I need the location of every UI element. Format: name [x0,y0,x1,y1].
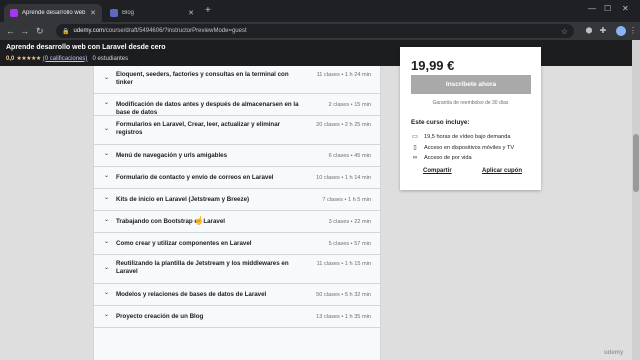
section-meta: 5 clases • 57 min [328,241,371,247]
page-content: Aprende desarrollo web con Laravel desde… [0,40,640,360]
section-title: Formularios en Laravel, Crear, leer, act… [116,121,281,137]
curriculum-section[interactable]: ⌄ Formulario de contacto y envío de corre… [94,167,380,189]
chevron-down-icon[interactable]: ⌄ [104,125,109,132]
browser-tab-course[interactable]: Aprende desarrollo web con Larav… ✕ [4,4,102,22]
rating-stars-icon: ★★★★★ [16,56,41,62]
course-rating: 0,0 ★★★★★ (0 calificaciones) 0 estudiant… [6,55,129,63]
new-tab-icon[interactable]: + [205,6,211,16]
puzzle-icon[interactable]: ✚ [598,26,608,36]
section-meta: 20 clases • 2 h 25 min [316,122,371,128]
ratings-link[interactable]: (0 calificaciones) [43,56,88,62]
section-title: Proyecto creación de un Blog [116,313,204,320]
student-count: 0 estudiantes [92,55,129,62]
chevron-down-icon[interactable]: ⌄ [104,74,109,81]
include-text: 19,5 horas de vídeo bajo demanda [424,133,511,140]
browser-tab-blog[interactable]: Blog ✕ [104,4,200,22]
section-meta: 50 clases • 5 h 32 min [316,292,371,298]
section-meta: 11 clases • 1 h 15 min [316,261,371,267]
forward-icon[interactable]: → [20,25,29,37]
include-text: Acceso de por vida [424,155,472,161]
menu-icon[interactable]: ⋮ [628,26,638,36]
chevron-down-icon[interactable]: ⌄ [104,289,109,296]
chevron-down-icon[interactable]: ⌄ [104,264,109,271]
tab-title: Blog [122,10,135,16]
browser-toolbar: ← → ↻ 🔒 udemy.com /course/draft/5494606/… [0,22,640,40]
profile-avatar[interactable] [616,26,626,36]
include-item: ∞ Acceso de por vida [411,155,472,161]
curriculum-section[interactable]: ⌄ Modificación de datos antes y después d… [94,94,380,116]
section-meta: 11 clases • 1 h 24 min [316,72,371,78]
curriculum-section[interactable]: ⌄ Como crear y utilizar componentes en La… [94,233,380,255]
chevron-down-icon[interactable]: ⌄ [104,238,109,245]
course-header: Aprende desarrollo web con Laravel desde… [0,40,640,66]
section-meta: 6 clases • 45 min [328,153,371,159]
section-title: Reutilizando la plantilla de Jetstream y… [116,260,289,276]
section-meta: 7 clases • 1 h 5 min [322,197,371,203]
section-title: Trabajando con Bootstrap en Laravel [116,218,225,225]
include-item: ▭ 19,5 horas de vídeo bajo demanda [411,133,511,141]
lock-icon: 🔒 [62,28,70,35]
infinity-icon: ∞ [412,155,418,161]
minimize-icon[interactable]: — [588,4,596,13]
section-meta: 10 clases • 1 h 14 min [316,175,371,181]
reload-icon[interactable]: ↻ [36,25,44,37]
close-tab-icon[interactable]: ✕ [188,9,194,17]
course-title: Aprende desarrollo web con Laravel desde… [6,44,166,51]
url-path: /course/draft/5494606/?instructorPreview… [104,28,247,34]
rating-score: 0,0 [6,55,15,62]
udemy-favicon-icon [10,9,18,17]
section-title: Modelos y relaciones de bases de datos d… [116,291,267,298]
section-title: Como crear y utilizar componentes en Lar… [116,240,252,247]
curriculum-section[interactable]: ⌄ Reutilizando la plantilla de Jetstream … [94,255,380,284]
udemy-watermark: udemy [604,350,624,356]
section-meta: 2 clases • 15 min [328,102,371,108]
curriculum-section[interactable]: ⌄ Modelos y relaciones de bases de datos … [94,284,380,306]
includes-title: Este curso incluye: [411,119,470,126]
chevron-down-icon[interactable]: ⌄ [104,99,109,106]
close-tab-icon[interactable]: ✕ [90,9,96,17]
curriculum-section[interactable]: ⌄ Eloquent, seeders, factories y consulta… [94,66,380,94]
mobile-tv-icon: ▯ [413,145,417,151]
chevron-down-icon[interactable]: ⌄ [104,194,109,201]
url-host: udemy.com [73,28,105,34]
section-title: Formulario de contacto y envío de correo… [116,174,274,181]
browser-tab-bar: Aprende desarrollo web con Larav… ✕ Blog… [0,0,640,22]
enroll-button[interactable]: Inscríbete ahora [411,75,531,94]
extension-icon[interactable]: ⬢ [584,26,594,36]
scrollbar-track[interactable] [632,40,640,360]
include-item: ▯ Acceso en dispositivos móviles y TV [411,144,515,152]
section-title: Kits de inicio en Laravel (Jetstream y B… [116,196,250,203]
scrollbar-thumb[interactable] [633,134,639,192]
bookmark-star-icon[interactable]: ☆ [561,27,568,36]
chevron-down-icon[interactable]: ⌄ [104,172,109,179]
apply-coupon-link[interactable]: Aplicar cupón [482,168,522,174]
mouse-pointer-icon: ☝ [194,216,204,225]
curriculum-list: ⌄ Eloquent, seeders, factories y consulta… [93,66,381,360]
close-window-icon[interactable]: ✕ [622,4,629,13]
curriculum-section[interactable]: ⌄ Menú de navegación y urls amigables 6 cl… [94,145,380,167]
section-meta: 13 clases • 1 h 35 min [316,314,371,320]
section-meta: 3 clases • 22 min [328,219,371,225]
share-link[interactable]: Compartir [423,168,452,174]
chevron-down-icon[interactable]: ⌄ [104,311,109,318]
address-bar[interactable]: 🔒 udemy.com /course/draft/5494606/?instr… [56,24,574,38]
video-icon: ▭ [412,134,418,140]
include-text: Acceso en dispositivos móviles y TV [424,144,515,151]
curriculum-section[interactable]: ⌄ Kits de inicio en Laravel (Jetstream y … [94,189,380,211]
back-icon[interactable]: ← [6,25,15,37]
curriculum-section[interactable]: ⌄ Proyecto creación de un Blog 13 clases •… [94,306,380,328]
tab-title: Aprende desarrollo web con Larav… [22,10,87,16]
money-back-guarantee: Garantía de reembolso de 30 días [432,100,509,106]
curriculum-section[interactable]: ⌄ Trabajando con Bootstrap en Laravel 3 cl… [94,211,380,233]
purchase-card: 19,99 € Inscríbete ahora Garantía de ree… [400,47,541,190]
chevron-down-icon[interactable]: ⌄ [104,150,109,157]
section-title: Eloquent, seeders, factories y consultas… [116,71,289,87]
maximize-icon[interactable]: ☐ [604,4,611,13]
chevron-down-icon[interactable]: ⌄ [104,216,109,223]
section-title: Menú de navegación y urls amigables [116,152,228,159]
curriculum-section[interactable]: ⌄ Formularios en Laravel, Crear, leer, ac… [94,116,380,145]
blog-favicon-icon [110,9,118,17]
course-price: 19,99 € [411,58,455,73]
